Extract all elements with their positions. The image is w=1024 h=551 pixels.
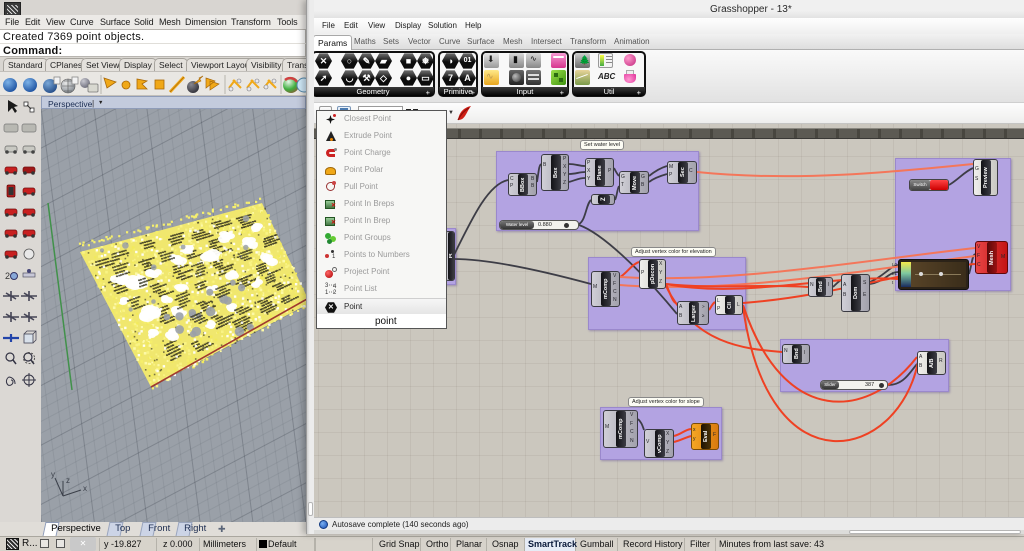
svg-text:x: x xyxy=(83,484,87,493)
svg-text:z: z xyxy=(66,476,70,485)
svg-text:2: 2 xyxy=(5,271,10,281)
svg-text:y: y xyxy=(51,470,55,479)
